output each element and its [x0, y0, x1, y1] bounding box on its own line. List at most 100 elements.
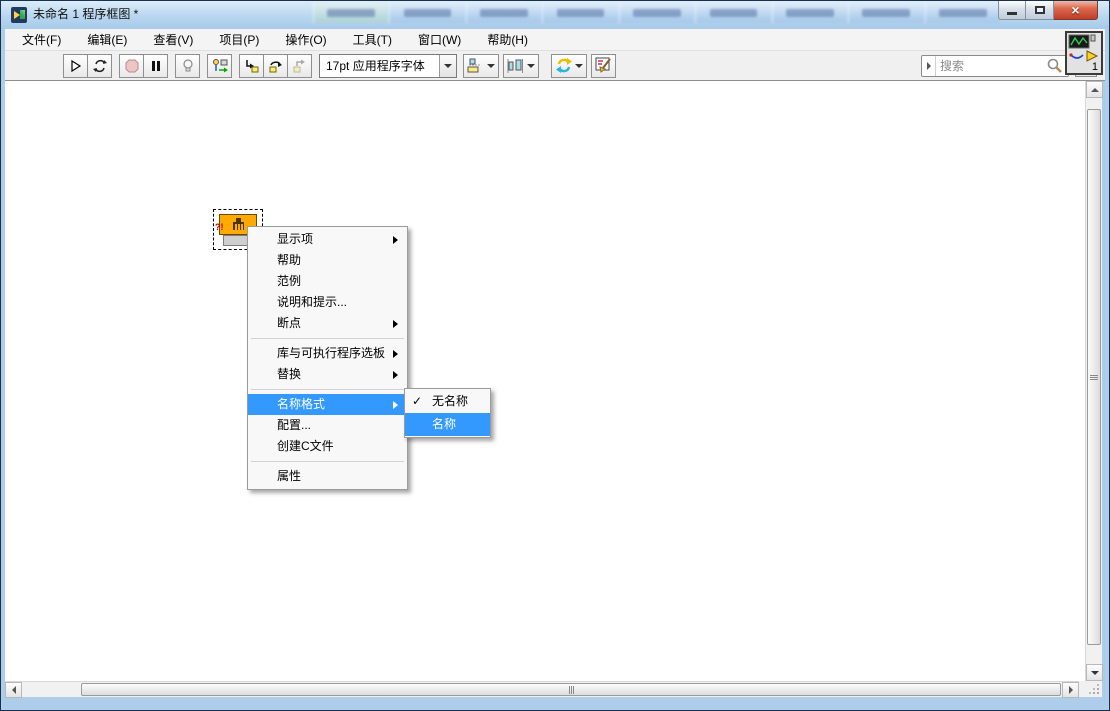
ghost-tab [389, 2, 465, 23]
scroll-down-button[interactable] [1086, 664, 1103, 681]
step-over-icon [269, 60, 282, 72]
menu-item-help[interactable]: 帮助 [248, 250, 407, 271]
menu-item-replace[interactable]: 替换 [248, 364, 407, 385]
resize-grip[interactable] [1079, 681, 1102, 697]
submenu-arrow-icon [393, 349, 398, 358]
search-options-button[interactable] [922, 55, 936, 76]
search-icon [1047, 58, 1062, 73]
step-over-button[interactable] [263, 53, 288, 78]
scroll-up-button[interactable] [1086, 81, 1103, 98]
run-button[interactable] [63, 53, 88, 78]
step-into-icon [246, 59, 259, 72]
labview-block-diagram-window: 未命名 1 程序框图 * × 文件(F) 编辑(E) 查看(V) 项目(P) 操… [0, 0, 1110, 711]
menu-window[interactable]: 窗口(W) [405, 29, 474, 51]
horizontal-scrollbar-thumb[interactable] [81, 683, 1061, 696]
title-bar-ghost-tabs [313, 2, 1001, 23]
arrow-left-icon [11, 686, 16, 694]
labview-app-icon [11, 7, 27, 23]
ghost-tab [771, 2, 848, 23]
lightbulb-icon [182, 58, 193, 71]
context-menu: 显示项 帮助 范例 说明和提示... 断点 库与可执行程序选板 替换 名称格式 … [247, 226, 408, 490]
menu-help[interactable]: 帮助(H) [474, 29, 541, 51]
search-box[interactable] [921, 54, 1069, 77]
highlight-execution-button[interactable] [175, 53, 200, 78]
run-continuously-button[interactable] [87, 53, 112, 78]
maximize-icon [1034, 6, 1045, 14]
menu-item-properties[interactable]: 属性 [248, 466, 407, 487]
vertical-scrollbar-thumb[interactable] [1087, 109, 1101, 645]
submenu-arrow-icon [393, 235, 398, 244]
pause-button[interactable] [143, 53, 168, 78]
menu-item-create-c-file[interactable]: 创建C文件 [248, 436, 407, 457]
step-out-button[interactable] [287, 53, 312, 78]
arrow-up-icon [1090, 87, 1099, 92]
run-continuously-icon [92, 59, 107, 72]
chevron-down-icon [444, 63, 452, 68]
window-title: 未命名 1 程序框图 * [33, 7, 139, 21]
menu-edit[interactable]: 编辑(E) [74, 29, 140, 51]
search-options-icon [926, 61, 931, 70]
thumb-grip [570, 685, 572, 694]
vi-icon-thumbnail[interactable]: 1 [1065, 31, 1103, 75]
clean-up-diagram-icon [595, 57, 611, 73]
menu-separator [251, 338, 404, 339]
scroll-left-button[interactable] [5, 682, 22, 698]
arrow-right-icon [1068, 686, 1073, 694]
retain-wire-values-button[interactable] [207, 53, 232, 78]
chevron-down-icon [486, 63, 495, 68]
minimize-button[interactable] [998, 1, 1026, 20]
menu-item-examples[interactable]: 范例 [248, 271, 407, 292]
menu-project[interactable]: 项目(P) [206, 29, 272, 51]
submenu-arrow-icon [393, 400, 398, 409]
distribute-objects-icon [507, 58, 524, 73]
title-bar[interactable]: 未命名 1 程序框图 * × [1, 1, 1109, 29]
maximize-button[interactable] [1026, 1, 1054, 20]
menu-tools[interactable]: 工具(T) [340, 29, 405, 51]
block-diagram-canvas[interactable]: ?! [5, 81, 1087, 683]
reorder-icon [555, 58, 572, 73]
close-button[interactable]: × [1054, 1, 1098, 20]
align-objects-icon [467, 58, 482, 72]
menu-item-library-palette[interactable]: 库与可执行程序选板 [248, 343, 407, 364]
font-selector-dropdown-button[interactable] [439, 54, 456, 77]
abort-button[interactable] [119, 53, 144, 78]
ghost-tab [313, 2, 389, 23]
menu-separator [251, 461, 404, 462]
menu-item-visible-items[interactable]: 显示项 [248, 229, 407, 250]
menu-item-name-format[interactable]: 名称格式 [248, 394, 407, 415]
distribute-objects-button[interactable] [503, 53, 539, 78]
menu-item-breakpoint[interactable]: 断点 [248, 313, 407, 334]
font-selector[interactable]: 17pt 应用程序字体 [319, 53, 457, 78]
pause-icon [151, 60, 160, 71]
menu-view[interactable]: 查看(V) [140, 29, 206, 51]
menu-item-configure[interactable]: 配置... [248, 415, 407, 436]
vertical-scrollbar[interactable] [1085, 81, 1103, 681]
horizontal-scrollbar[interactable] [5, 681, 1079, 698]
menu-item-description-and-tip[interactable]: 说明和提示... [248, 292, 407, 313]
align-objects-button[interactable] [463, 53, 499, 78]
step-into-button[interactable] [239, 53, 264, 78]
font-selector-value: 17pt 应用程序字体 [326, 59, 425, 73]
reorder-button[interactable] [551, 53, 587, 78]
menu-operate[interactable]: 操作(O) [272, 29, 339, 51]
library-node-icon [233, 218, 244, 230]
menu-bar: 文件(F) 编辑(E) 查看(V) 项目(P) 操作(O) 工具(T) 窗口(W… [5, 29, 1105, 51]
ghost-tab [542, 2, 618, 23]
abort-icon [125, 59, 138, 72]
submenu-item-no-name[interactable]: ✓ 无名称 [405, 390, 490, 413]
submenu-item-name[interactable]: 名称 [405, 413, 490, 436]
ghost-tab [618, 2, 695, 23]
search-input[interactable] [936, 58, 1046, 73]
clean-up-diagram-button[interactable] [591, 53, 616, 78]
resize-grip-dots [1097, 692, 1099, 694]
submenu-arrow-icon [393, 370, 398, 379]
scroll-right-button[interactable] [1062, 682, 1079, 698]
toolbar: 17pt 应用程序字体 搜索 [5, 51, 1105, 81]
checkmark-icon: ✓ [412, 394, 423, 408]
submenu-arrow-icon [393, 319, 398, 328]
chevron-down-icon [526, 63, 535, 68]
menu-file[interactable]: 文件(F) [9, 29, 74, 51]
arrow-down-icon [1090, 670, 1099, 675]
menu-separator [251, 389, 404, 390]
window-controls: × [998, 1, 1098, 20]
